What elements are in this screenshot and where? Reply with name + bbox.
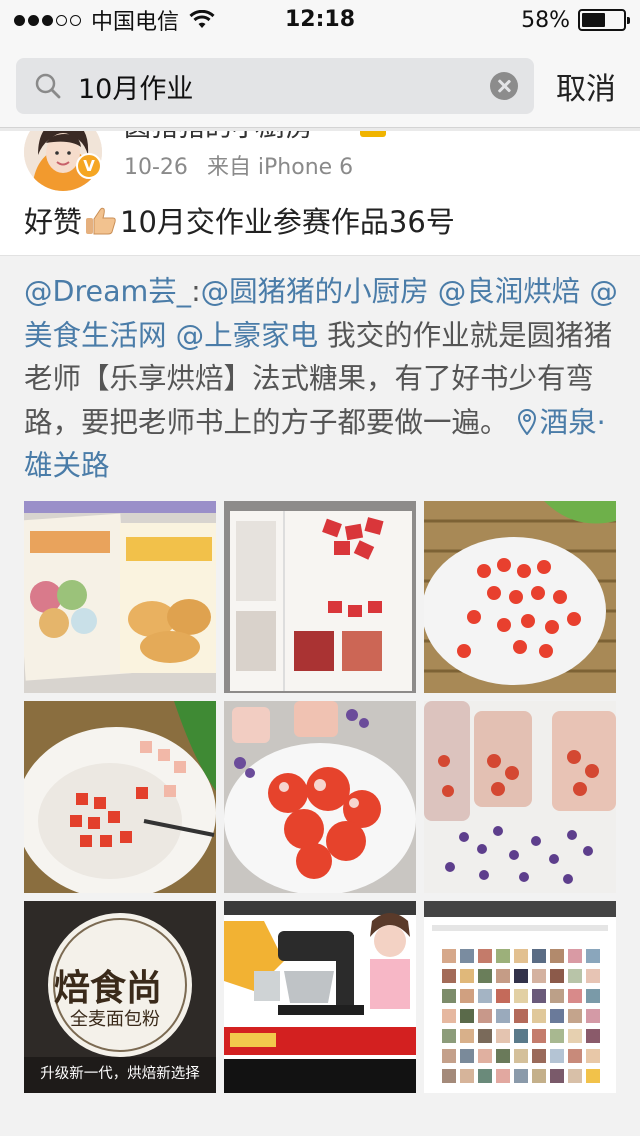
photo-thumbnail[interactable] [24,701,216,893]
status-right: 58% [521,0,630,40]
post-text-part-1: 好赞 [24,205,83,239]
search-box[interactable] [16,58,534,114]
post-time: 10-26 [124,155,188,180]
recipe-book-photo [224,501,416,693]
repost-colon: : [191,275,201,308]
mixer-ad-photo [224,901,416,1093]
battery-icon [578,9,630,31]
mention-link[interactable]: @上豪家电 [176,319,319,352]
feed-list[interactable]: 圆猪猪的小厨房 V 10-26 来自 iPhone 6 好赞 10月交作业参赛作… [0,131,640,1136]
mention-link[interactable]: @圆猪猪的小厨房 [201,275,429,308]
search-icon [35,73,61,99]
thumbs-up-icon [86,207,116,235]
sugar-coating-photo [24,701,216,893]
candy-jars-photo [424,701,616,893]
post-meta: 10-26 来自 iPhone 6 [124,149,353,181]
photo-thumbnail[interactable] [224,901,416,1093]
photo-thumbnail[interactable] [424,901,616,1093]
photo-thumbnail[interactable]: 焙食尚 全麦面包粉 升级新一代，烘焙新选择 [24,901,216,1093]
photo-thumbnail[interactable] [424,701,616,893]
mention-link[interactable]: @Dream芸_ [24,275,191,308]
screenshot-photo [424,901,616,1093]
repost-text: @Dream芸_:@圆猪猪的小厨房 @良润烘焙 @美食生活网 @上豪家电 我交的… [24,270,624,488]
ad-title: 焙食尚 [54,967,163,1009]
ad-caption: 升级新一代，烘焙新选择 [40,1066,200,1082]
post-text: 好赞 10月交作业参赛作品36号 [24,199,455,241]
post-text-part-2: 10月交作业参赛作品36号 [120,205,455,239]
photo-grid: 焙食尚 全麦面包粉 升级新一代，烘焙新选择 [24,501,616,1136]
location-pin-icon [517,408,536,435]
search-bar: 取消 [0,40,640,128]
status-bar: 中国电信 12:18 58% [0,0,640,40]
ad-subtitle: 全麦面包粉 [70,1009,160,1030]
mention-link[interactable]: @良润烘焙 [438,275,581,308]
vip-icon [360,131,386,137]
books-photo [24,501,216,693]
battery-percentage: 58% [521,7,570,33]
candy-plate-photo [424,501,616,693]
photo-thumbnail[interactable] [424,501,616,693]
photo-thumbnail[interactable] [224,701,416,893]
clear-search-icon[interactable] [490,72,518,100]
candy-closeup-photo [224,701,416,893]
post-source: 来自 iPhone 6 [206,155,354,180]
verified-icon: V [76,153,102,179]
search-input[interactable] [78,58,478,114]
user-name[interactable]: 圆猪猪的小厨房 [124,131,313,144]
photo-thumbnail[interactable] [224,501,416,693]
photo-thumbnail[interactable] [24,501,216,693]
repost-block[interactable]: @Dream芸_:@圆猪猪的小厨房 @良润烘焙 @美食生活网 @上豪家电 我交的… [0,255,640,1136]
cancel-button[interactable]: 取消 [556,64,616,108]
battery-fill [582,13,606,27]
